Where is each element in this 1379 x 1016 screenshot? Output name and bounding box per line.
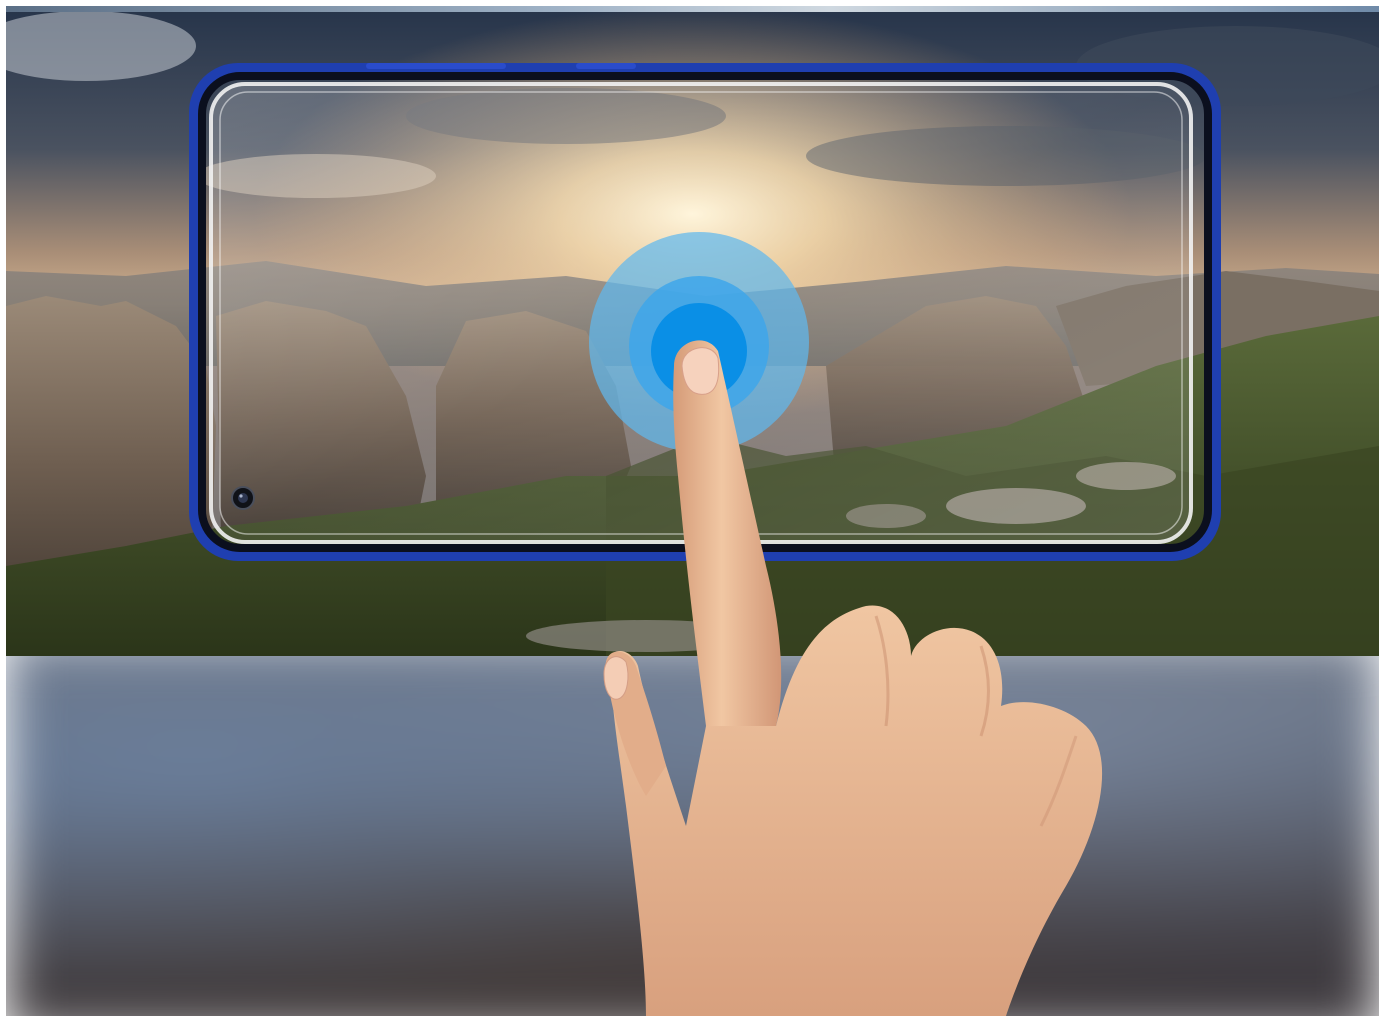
- phone-illustration: [189, 63, 1221, 1016]
- camera-lens-icon: [231, 486, 255, 510]
- photo-frame: [6, 6, 1379, 1016]
